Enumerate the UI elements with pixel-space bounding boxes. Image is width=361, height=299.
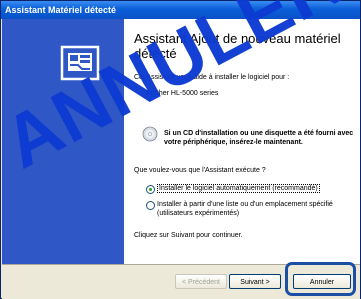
cd-hint: Si un CD d'installation ou une disquette…: [164, 130, 354, 146]
cd-icon: [142, 126, 158, 142]
window-title: Assistant Matériel détecté: [5, 5, 117, 15]
cancel-highlight-frame: [285, 262, 356, 296]
continue-text: Cliquez sur Suivant pour continuer.: [134, 232, 243, 239]
radio-selected-dot: [149, 188, 152, 191]
option-auto-label[interactable]: Installer le logiciel automatiquement (r…: [157, 184, 320, 193]
question-text: Que voulez-vous que l'Assistant exécute …: [134, 167, 266, 174]
option-manual-label[interactable]: Installer à partir d'une liste ou d'un e…: [157, 200, 357, 218]
radio-manual-install[interactable]: [146, 201, 155, 210]
option-auto-wrapper: Installer le logiciel automatiquement (r…: [157, 184, 357, 193]
back-button[interactable]: < Précédent: [175, 274, 227, 289]
radio-auto-install[interactable]: [146, 185, 155, 194]
next-button[interactable]: Suivant >: [229, 274, 281, 289]
